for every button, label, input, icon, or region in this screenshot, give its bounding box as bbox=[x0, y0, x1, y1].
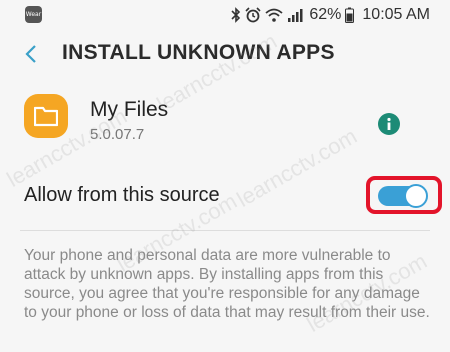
signal-icon bbox=[287, 8, 303, 22]
allow-label: Allow from this source bbox=[24, 184, 220, 206]
info-icon[interactable] bbox=[378, 113, 400, 135]
app-info-row: My Files 5.0.07.7 bbox=[0, 88, 450, 158]
divider bbox=[20, 230, 430, 231]
toggle-thumb bbox=[404, 184, 428, 208]
bluetooth-icon bbox=[231, 7, 241, 23]
alarm-icon bbox=[245, 7, 261, 23]
page-title: INSTALL UNKNOWN APPS bbox=[62, 41, 335, 64]
app-bar: INSTALL UNKNOWN APPS bbox=[0, 32, 450, 76]
folder-icon bbox=[24, 94, 68, 138]
wifi-icon bbox=[265, 8, 283, 22]
battery-percent: 62% bbox=[309, 6, 342, 23]
back-arrow-icon[interactable] bbox=[22, 42, 42, 66]
status-icons: 62% 10:05 AM bbox=[231, 5, 430, 25]
clock: 10:05 AM bbox=[362, 6, 430, 23]
app-version: 5.0.07.7 bbox=[90, 126, 145, 143]
warning-text: Your phone and personal data are more vu… bbox=[24, 247, 430, 321]
allow-toggle[interactable] bbox=[378, 184, 428, 208]
battery-icon bbox=[345, 7, 355, 23]
wear-icon: Wear bbox=[25, 6, 42, 23]
status-bar: Wear 62% 10:05 AM bbox=[0, 0, 450, 30]
allow-from-source-row[interactable]: Allow from this source bbox=[0, 172, 450, 218]
app-name: My Files bbox=[90, 98, 169, 121]
